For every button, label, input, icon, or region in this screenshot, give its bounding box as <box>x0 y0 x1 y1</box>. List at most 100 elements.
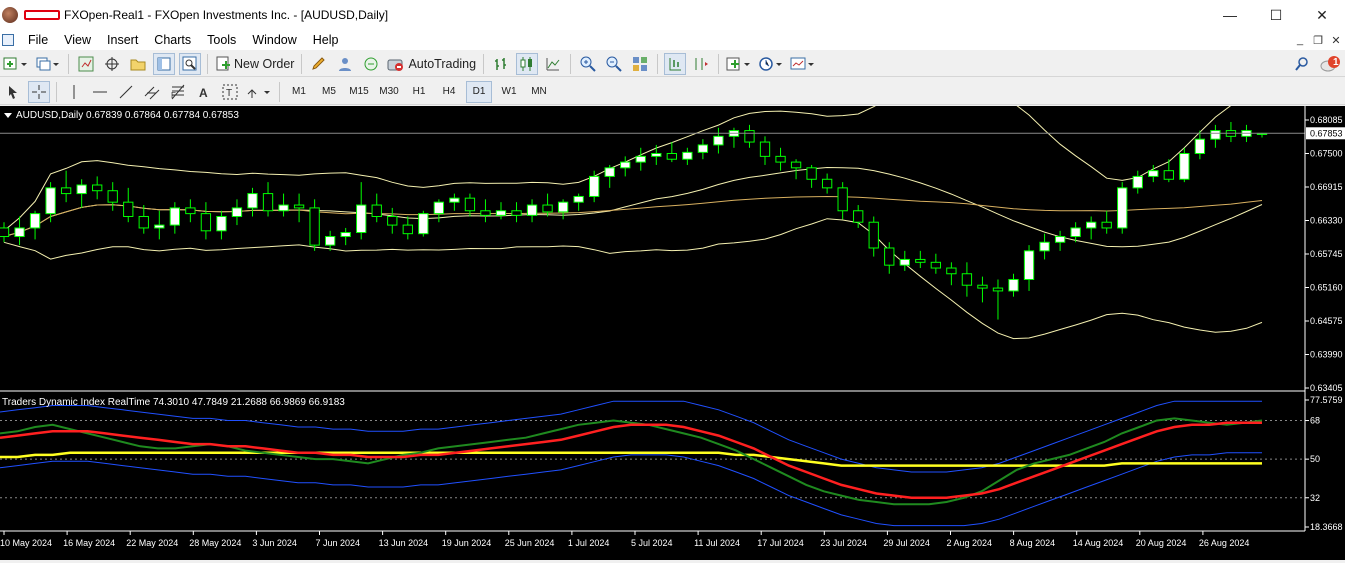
community-button[interactable] <box>360 53 382 75</box>
price-pane[interactable] <box>0 86 1305 340</box>
fibonacci-icon: F <box>171 84 185 100</box>
standard-toolbar: New Order AutoTrading 1 <box>0 51 1345 77</box>
candle-body <box>790 161 802 169</box>
crosshair-target-icon <box>105 56 119 71</box>
date-tick-label: 19 Jun 2024 <box>442 538 492 548</box>
candle-body <box>60 187 72 195</box>
strategy-tester-button[interactable] <box>179 52 201 75</box>
candle-body <box>526 204 538 216</box>
search-button[interactable] <box>1291 53 1313 75</box>
text-label-tool-button[interactable]: T <box>219 81 241 103</box>
indicator-tick-label: 50 <box>1310 454 1320 464</box>
fibonacci-tool-button[interactable]: F <box>167 81 189 103</box>
mdi-close-button[interactable]: ✕ <box>1327 30 1345 50</box>
search-icon <box>1295 56 1308 71</box>
candle-body <box>231 207 243 217</box>
crosshair-tool-button[interactable] <box>28 80 50 103</box>
redacted-account-badge <box>24 10 60 20</box>
toolbar-separator <box>56 81 57 102</box>
timeframe-h1[interactable]: H1 <box>406 81 432 103</box>
templates-button[interactable] <box>789 53 817 75</box>
candle-body <box>1148 170 1159 177</box>
candle-body <box>1132 175 1143 189</box>
menu-tools[interactable]: Tools <box>199 33 244 47</box>
candle-body <box>0 227 10 238</box>
chart-shift-button[interactable] <box>690 53 712 75</box>
date-tick-label: 10 May 2024 <box>0 538 52 548</box>
menu-view[interactable]: View <box>56 33 99 47</box>
new-chart-button[interactable] <box>2 53 30 75</box>
autotrading-button[interactable]: AutoTrading <box>386 53 477 75</box>
close-button[interactable]: ✕ <box>1299 0 1345 30</box>
new-order-button[interactable]: New Order <box>214 53 295 75</box>
minimize-button[interactable]: — <box>1207 0 1253 30</box>
chart-window-icon[interactable] <box>2 34 14 46</box>
data-window-button[interactable] <box>101 53 123 75</box>
mdi-restore-button[interactable]: ❐ <box>1309 30 1327 50</box>
text-tool-button[interactable]: A <box>193 81 215 103</box>
price-tick-label: 0.68085 <box>1310 115 1343 125</box>
line-chart-icon <box>546 57 560 70</box>
editor-pencil-icon <box>312 56 326 70</box>
title-bar: FXOpen-Real1 - FXOpen Investments Inc. -… <box>0 0 1345 30</box>
candle-body <box>573 195 584 203</box>
app-logo-icon <box>2 7 18 23</box>
autotrading-label: AutoTrading <box>408 56 477 71</box>
profiles-button[interactable] <box>34 53 62 75</box>
zoom-in-button[interactable] <box>577 53 599 75</box>
date-tick-label: 8 Aug 2024 <box>1010 538 1056 548</box>
meta-editor-button[interactable] <box>308 53 330 75</box>
equidistant-channel-tool-button[interactable] <box>141 81 163 103</box>
tile-windows-button[interactable] <box>629 53 651 75</box>
arrows-tool-button[interactable] <box>245 81 273 103</box>
candle-body <box>138 215 149 229</box>
header-triangle-icon <box>4 113 12 118</box>
candlestick-button[interactable] <box>516 52 539 75</box>
date-tick-label: 2 Aug 2024 <box>947 538 993 548</box>
timeframe-m1[interactable]: M1 <box>286 81 312 103</box>
timeframe-w1[interactable]: W1 <box>496 81 522 103</box>
candle-body <box>915 258 926 263</box>
timeframe-m15[interactable]: M15 <box>346 81 372 103</box>
candle-body <box>433 201 445 215</box>
menu-file[interactable]: File <box>20 33 56 47</box>
candle-body <box>1039 241 1050 252</box>
timeframe-m5[interactable]: M5 <box>316 81 342 103</box>
mdi-minimize-button[interactable]: _ <box>1291 30 1309 50</box>
terminal-icon <box>157 57 171 70</box>
vertical-line-tool-button[interactable] <box>63 81 85 103</box>
line-chart-button[interactable] <box>542 53 564 75</box>
menu-charts[interactable]: Charts <box>146 33 199 47</box>
timeframe-d1[interactable]: D1 <box>466 80 492 103</box>
maximize-button[interactable]: ☐ <box>1253 0 1299 30</box>
timeframe-mn[interactable]: MN <box>526 81 552 103</box>
trendline-tool-button[interactable] <box>115 81 137 103</box>
menu-insert[interactable]: Insert <box>99 33 146 47</box>
horizontal-line-tool-button[interactable] <box>89 81 111 103</box>
market-watch-button[interactable] <box>75 53 97 75</box>
auto-scroll-button[interactable] <box>664 52 687 75</box>
vertical-line-icon <box>73 84 75 99</box>
candle-body <box>992 287 1004 292</box>
menu-help[interactable]: Help <box>305 33 347 47</box>
indicators-button[interactable] <box>725 53 753 75</box>
timeframe-m30[interactable]: M30 <box>376 81 402 103</box>
terminal-button[interactable] <box>153 52 175 75</box>
text-label-icon: T <box>222 84 238 99</box>
menu-window[interactable]: Window <box>244 33 304 47</box>
trendline-icon <box>119 85 133 98</box>
indicator-pane[interactable] <box>0 400 1305 527</box>
market-watch-icon <box>78 56 94 71</box>
chart-window[interactable]: 0.68085 0.67500 0.66915 0.66330 0.65745 0.651… <box>0 86 1345 560</box>
navigator-button[interactable] <box>127 53 149 75</box>
timeframe-h4[interactable]: H4 <box>436 81 462 103</box>
periods-button[interactable] <box>757 53 785 75</box>
notifications-button[interactable]: 1 <box>1317 53 1343 75</box>
zoom-out-button[interactable] <box>603 53 625 75</box>
price-chart[interactable]: 0.68085 0.67500 0.66915 0.66330 0.65745 0.651… <box>0 86 1345 560</box>
cursor-tool-button[interactable] <box>2 81 24 103</box>
autotrading-icon <box>387 59 404 71</box>
bar-chart-button[interactable] <box>490 53 512 75</box>
signals-button[interactable] <box>334 53 356 75</box>
candle-body <box>1086 221 1097 229</box>
